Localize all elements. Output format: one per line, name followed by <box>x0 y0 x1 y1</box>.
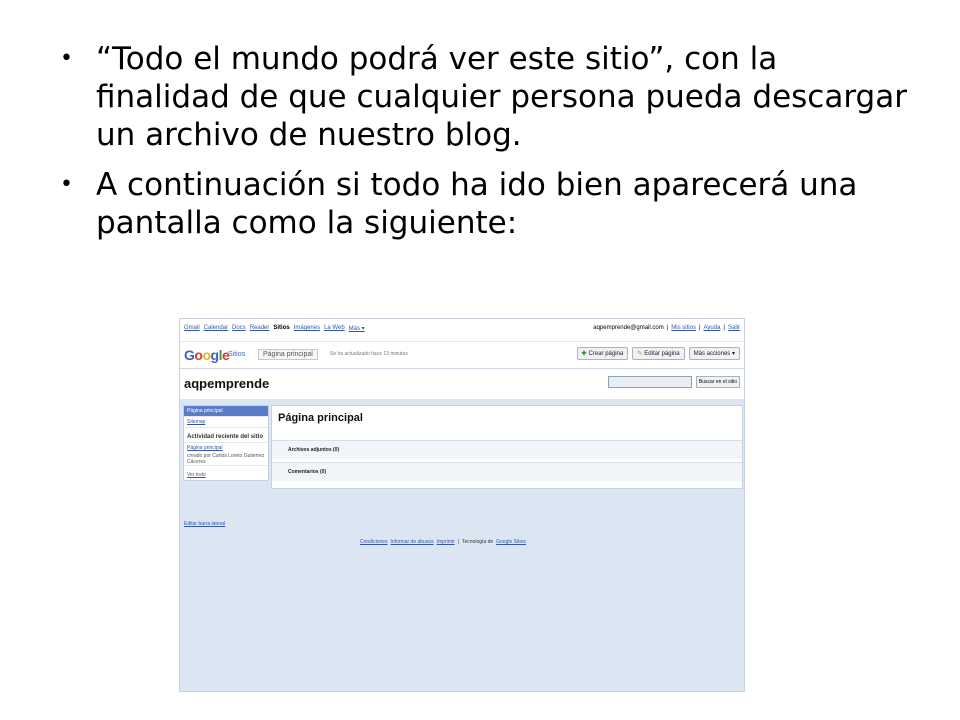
view-all-link[interactable]: Ver todo <box>184 466 268 480</box>
edit-sidebar-link[interactable]: Editar barra lateral <box>184 521 225 527</box>
user-links: aqpemprende@gmail.com | Mis sitios | Ayu… <box>593 325 740 331</box>
bullet-dot: • <box>60 46 73 71</box>
bullet-dot: • <box>60 172 73 197</box>
google-sites-screenshot: Gmail Calendar Docs Reader Sitios Imágen… <box>179 318 745 692</box>
page-actions: ✚ Crear página ✎ Editar página Más accio… <box>576 347 740 360</box>
site-name[interactable]: aqpemprende <box>184 376 269 391</box>
slide-bullets: • “Todo el mundo podrá ver este sitio”, … <box>60 40 920 254</box>
site-footer: Condiciones Informar de abusos Imprimir … <box>360 539 526 545</box>
nav-images[interactable]: Imágenes <box>294 325 320 332</box>
plus-icon: ✚ <box>581 351 587 357</box>
attachments-section[interactable]: Archivos adjuntos (0) <box>272 440 742 459</box>
search-input[interactable] <box>608 376 692 388</box>
sidebar-item-home[interactable]: Página principal <box>184 406 268 417</box>
page-selector[interactable]: Página principal <box>258 349 318 360</box>
user-email: aqpemprende@gmail.com <box>593 325 664 331</box>
attachments-label: Archivos adjuntos (0) <box>288 447 340 453</box>
nav-calendar[interactable]: Calendar <box>204 325 228 332</box>
nav-reader[interactable]: Reader <box>250 325 270 332</box>
logo-suffix: Sitios <box>228 351 246 358</box>
bullet-item: • “Todo el mundo podrá ver este sitio”, … <box>60 40 920 154</box>
recent-activity-heading: Actividad reciente del sitio <box>184 428 268 443</box>
header-bar: Google Sitios Página principal Se ha act… <box>180 342 744 369</box>
nav-docs[interactable]: Docs <box>232 325 246 332</box>
bullet-text: “Todo el mundo podrá ver este sitio”, co… <box>96 41 907 153</box>
google-logo: Google <box>184 347 230 363</box>
print-link[interactable]: Imprimir <box>437 539 455 545</box>
search-site-button[interactable]: Buscar en el sitio <box>695 376 740 388</box>
edit-page-label: Editar página <box>644 350 680 357</box>
nav-gmail[interactable]: Gmail <box>184 325 200 332</box>
top-nav: Gmail Calendar Docs Reader Sitios Imágen… <box>184 325 365 332</box>
nav-sitios: Sitios <box>273 325 290 331</box>
main-content: Página principal Archivos adjuntos (0) C… <box>271 405 743 489</box>
bullet-item: • A continuación si todo ha ido bien apa… <box>60 166 920 242</box>
comments-label: Comentarios (0) <box>288 469 327 475</box>
recent-activity-link[interactable]: Página principal <box>184 443 268 453</box>
google-top-bar: Gmail Calendar Docs Reader Sitios Imágen… <box>180 319 744 342</box>
bullet-text: A continuación si todo ha ido bien apare… <box>96 167 858 241</box>
terms-link[interactable]: Condiciones <box>360 539 388 545</box>
edit-page-button[interactable]: ✎ Editar página <box>632 347 685 360</box>
comments-section[interactable]: Comentarios (0) <box>272 462 742 481</box>
report-abuse-link[interactable]: Informar de abusos <box>391 539 434 545</box>
create-page-label: Crear página <box>588 350 624 357</box>
powered-by-text: Tecnología de <box>462 539 494 545</box>
nav-web[interactable]: La Web <box>324 325 345 332</box>
pencil-icon: ✎ <box>637 351 643 357</box>
page-title: Página principal <box>278 412 363 424</box>
sidebar-item-sitemap[interactable]: Sitemap <box>184 417 268 428</box>
more-actions-button[interactable]: Más acciones ▾ <box>688 347 740 360</box>
google-sites-link[interactable]: Google Sitios <box>496 539 526 545</box>
site-header: aqpemprende Buscar en el sitio <box>180 369 744 399</box>
my-sites-link[interactable]: Mis sitios <box>671 325 696 331</box>
create-page-button[interactable]: ✚ Crear página <box>576 347 629 360</box>
recent-activity-note: creado por Carlos Loreto Gutierrez Cácer… <box>184 453 268 466</box>
updated-note: Se ha actualizado hace 13 minutos <box>330 351 408 357</box>
help-link[interactable]: Ayuda <box>704 325 721 331</box>
signout-link[interactable]: Salir <box>728 325 740 331</box>
sidebar: Página principal Sitemap Actividad recie… <box>183 405 269 481</box>
nav-more[interactable]: Más ▾ <box>349 325 365 332</box>
